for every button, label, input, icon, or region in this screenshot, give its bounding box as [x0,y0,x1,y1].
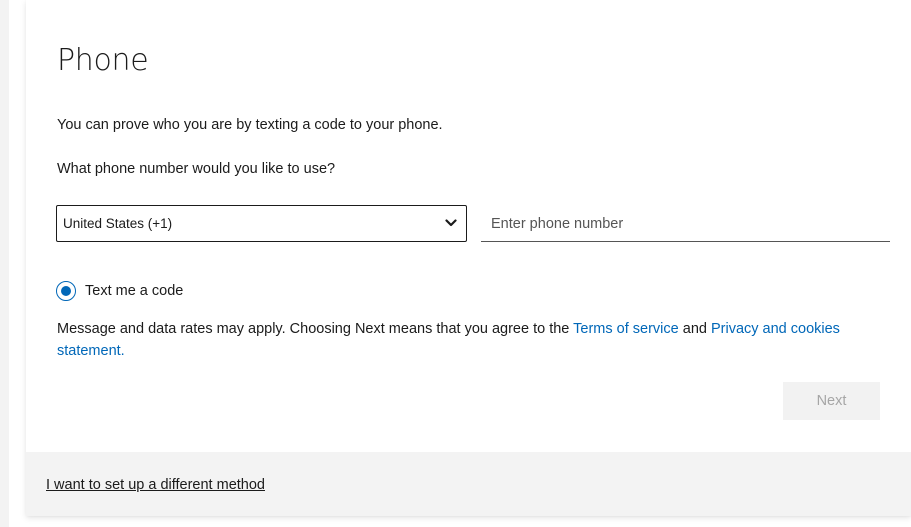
phone-number-input[interactable] [481,206,890,242]
radio-selected-dot [61,286,71,296]
terms-of-service-link[interactable]: Terms of service [573,321,679,337]
disclaimer-and: and [682,321,707,337]
card-footer: I want to set up a different method [26,452,911,516]
next-button[interactable]: Next [783,382,880,420]
left-gutter [0,0,9,527]
chevron-down-icon [445,219,457,227]
radio-button[interactable] [56,281,76,301]
country-code-select[interactable]: United States (+1) [56,205,467,242]
setup-card: Phone You can prove who you are by texti… [26,0,911,516]
disclaimer-prefix: Message and data rates may apply. Choosi… [57,321,570,337]
intro-text: You can prove who you are by texting a c… [57,117,443,133]
text-me-code-option[interactable]: Text me a code [56,280,183,302]
country-code-value: United States (+1) [63,216,173,231]
different-method-link[interactable]: I want to set up a different method [46,477,265,493]
card-body: Phone You can prove who you are by texti… [26,0,911,452]
phone-question-text: What phone number would you like to use? [57,161,336,177]
page: Phone You can prove who you are by texti… [0,0,911,527]
radio-label: Text me a code [85,283,184,299]
page-title: Phone [57,43,149,78]
disclaimer-text: Message and data rates may apply. Choosi… [57,318,887,362]
